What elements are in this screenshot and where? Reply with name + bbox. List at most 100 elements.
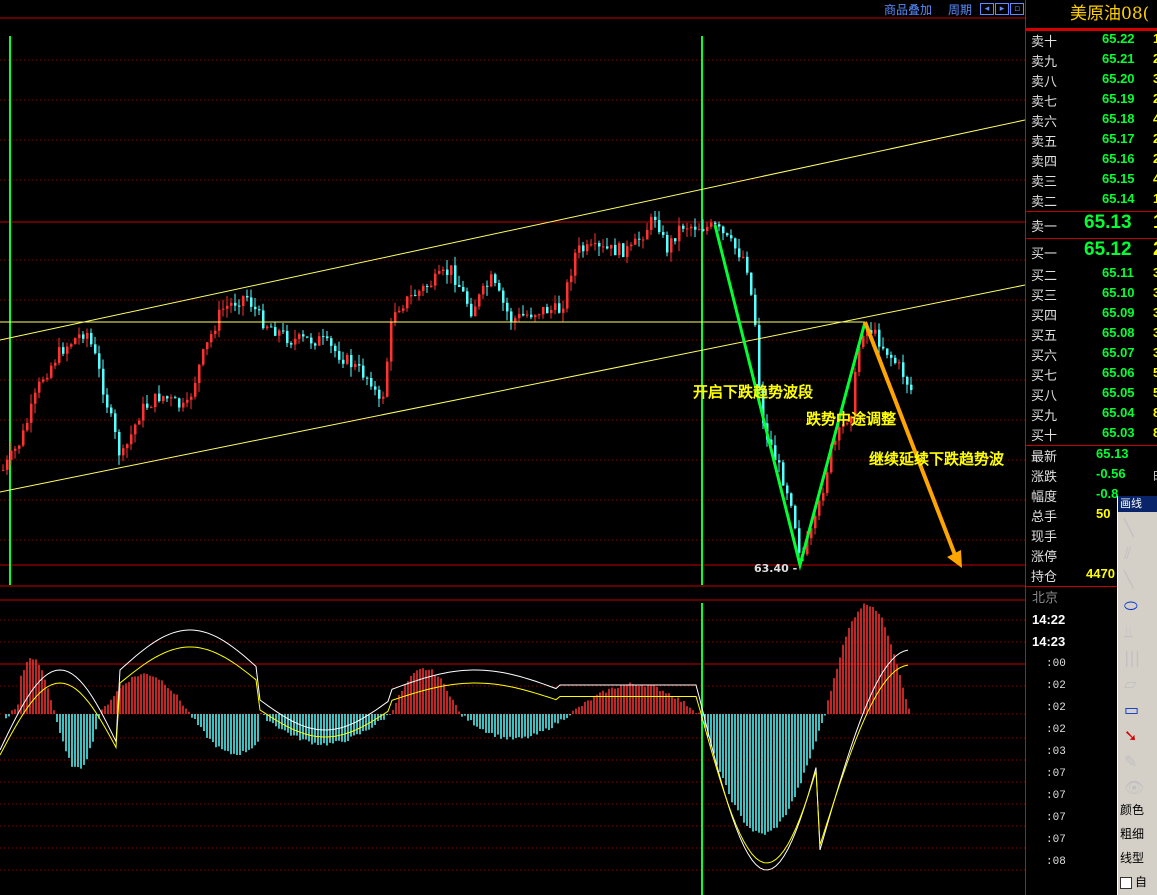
candle-body (282, 330, 285, 332)
fib-tool-icon[interactable]: ⫫ (1118, 616, 1157, 642)
candle-body (790, 493, 793, 506)
bid-row[interactable]: 买八 65.05 5 (1026, 385, 1157, 405)
candle-body (582, 245, 585, 252)
candle-body (826, 472, 829, 493)
ask-row[interactable]: 卖十 65.22 1 (1026, 31, 1157, 51)
eraser-tool-icon[interactable]: ✎ (1118, 746, 1157, 772)
price-chart[interactable]: 63.40 - 开启下跌趋势波段跌势中途调整继续延续下跌趋势波 (0, 0, 1025, 895)
candle-body (350, 355, 353, 368)
quote-price: 65.11 (1102, 265, 1134, 280)
ask-row[interactable]: 卖六 65.18 4 (1026, 111, 1157, 131)
candle-body (326, 336, 329, 339)
candle-body (122, 448, 125, 456)
quote-volume: 2 (1153, 151, 1157, 166)
quote-volume: 2 (1153, 91, 1157, 106)
projection-arrow-line (863, 321, 957, 556)
line-tool-icon[interactable]: ╲ (1118, 512, 1157, 538)
bid1[interactable]: 买一 65.12 2 (1026, 239, 1157, 265)
candle-body (642, 239, 645, 241)
overlay-button[interactable]: 商品叠加 (876, 1, 940, 18)
ask-row[interactable]: 卖二 65.14 1 (1026, 191, 1157, 211)
candle-body (206, 342, 209, 350)
annotation-continue-downtrend: 继续延续下跌趋势波 (869, 450, 1005, 468)
ask-row[interactable]: 卖五 65.17 2 (1026, 131, 1157, 151)
chart-area[interactable]: 63.40 - 开启下跌趋势波段 跌势中途调整 继续延续下跌趋势波 商品叠加 周期 ◂… (0, 0, 1025, 895)
candle-body (86, 332, 89, 339)
candle-body (494, 274, 497, 284)
nav-left-icon[interactable]: ◂ (980, 3, 994, 15)
auto-checkbox[interactable]: 自 (1118, 870, 1157, 894)
linetype-label: 线型 (1120, 851, 1145, 865)
candle-body (798, 528, 801, 553)
bid-row[interactable]: 买六 65.07 3 (1026, 345, 1157, 365)
candle-body (738, 248, 741, 258)
candle-body (138, 420, 141, 425)
parallel-tool-icon[interactable]: ⫽ (1118, 538, 1157, 564)
bid-row[interactable]: 买三 65.10 3 (1026, 285, 1157, 305)
ruler-tool-icon[interactable]: ▭ (1118, 694, 1157, 720)
bid-row[interactable]: 买二 65.11 3 (1026, 265, 1157, 285)
candle-body (906, 376, 909, 385)
candle-body (618, 243, 621, 256)
candle-body (758, 324, 761, 389)
candle-body (730, 235, 733, 239)
instrument-title: 美原油08( (1026, 0, 1157, 31)
quote-volume: 8 (1153, 425, 1157, 440)
candle-body (174, 397, 177, 399)
quote-price: 65.06 (1102, 365, 1135, 380)
ask-row[interactable]: 卖三 65.15 4 (1026, 171, 1157, 191)
ellipse-tool-icon[interactable]: ⬭ (1118, 590, 1157, 616)
ray-tool-icon[interactable]: ╲ (1118, 564, 1157, 590)
candle-body (406, 296, 409, 309)
quote-volume: 2 (1153, 239, 1157, 261)
candle-body (558, 303, 561, 313)
eye-tool-icon[interactable]: 👁 (1118, 772, 1157, 798)
candle-body (46, 377, 49, 380)
candle-body (274, 327, 277, 336)
quote-label: 卖七 (1031, 95, 1058, 110)
bid-row[interactable]: 买五 65.08 3 (1026, 325, 1157, 345)
candle-body (230, 302, 233, 306)
ask1[interactable]: 卖一 65.13 1 (1026, 212, 1157, 238)
color-label: 颜色 (1120, 803, 1145, 817)
candle-body (362, 365, 365, 378)
macd-dea-line (0, 646, 909, 864)
ask-row[interactable]: 卖九 65.21 2 (1026, 51, 1157, 71)
candle-body (146, 403, 149, 408)
candle-body (426, 285, 429, 287)
arrow-tool-icon[interactable]: ➘ (1118, 720, 1157, 746)
quote-volume: 3 (1153, 265, 1157, 280)
candle-body (234, 302, 237, 306)
period-button[interactable]: 周期 (940, 1, 980, 18)
candle-body (170, 397, 173, 399)
ask-row[interactable]: 卖八 65.20 3 (1026, 71, 1157, 91)
quote-price: 65.17 (1102, 131, 1135, 146)
grid-tool-icon[interactable]: ||| (1118, 642, 1157, 668)
candle-body (546, 306, 549, 314)
quote-volume: 3 (1153, 305, 1157, 320)
candle-body (182, 402, 185, 408)
candle-body (110, 407, 113, 414)
candle-body (62, 347, 65, 354)
ask-row[interactable]: 卖四 65.16 2 (1026, 151, 1157, 171)
candle-body (650, 216, 653, 230)
nav-right-icon[interactable]: ▸ (995, 3, 1009, 15)
candle-body (386, 361, 389, 397)
channel-tool-icon[interactable]: ▱ (1118, 668, 1157, 694)
bid-row[interactable]: 买十 65.03 8 (1026, 425, 1157, 445)
width-label: 粗细 (1120, 827, 1145, 841)
candle-body (466, 291, 469, 304)
candle-body (214, 330, 217, 335)
candle-body (890, 354, 893, 358)
bid-row[interactable]: 买九 65.04 8 (1026, 405, 1157, 425)
quote-price: 65.04 (1102, 405, 1135, 420)
bid-row[interactable]: 买七 65.06 5 (1026, 365, 1157, 385)
nav-expand-icon[interactable]: ▫ (1010, 3, 1024, 15)
candle-body (614, 244, 617, 256)
bid-row[interactable]: 买四 65.09 3 (1026, 305, 1157, 325)
ask-row[interactable]: 卖七 65.19 2 (1026, 91, 1157, 111)
candle-body (390, 321, 393, 362)
candle-body (254, 306, 257, 310)
channel-upper-line (0, 119, 1025, 341)
candle-body (778, 460, 781, 463)
